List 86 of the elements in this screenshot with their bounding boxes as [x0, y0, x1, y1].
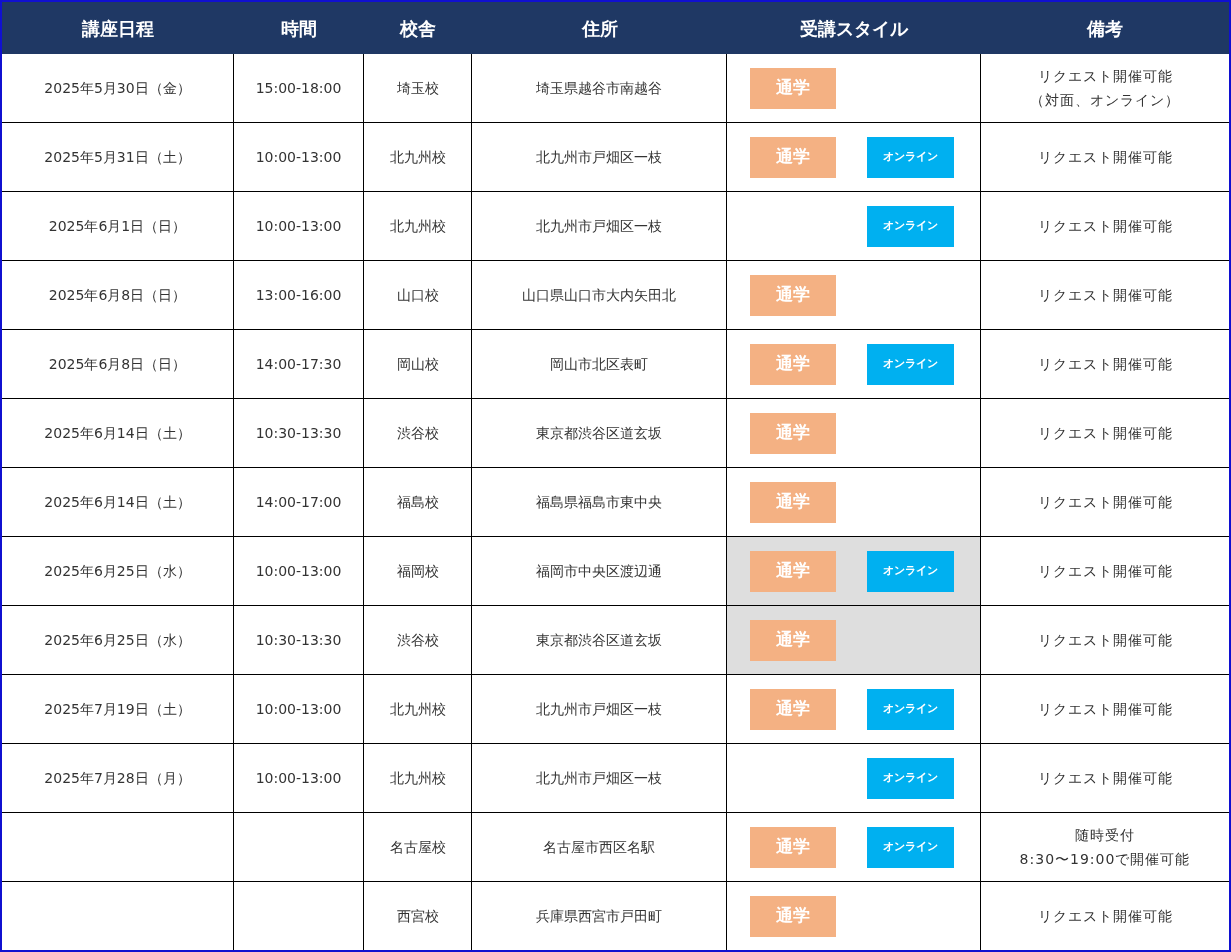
table-cell: 岡山校: [364, 330, 472, 399]
commute-tag: 通学: [750, 67, 836, 109]
table-cell: 15:00-18:00: [234, 54, 364, 123]
column-header: 校舎: [364, 2, 472, 54]
online-tag: オンライン: [867, 550, 954, 592]
table-cell: 西宮校: [364, 882, 472, 950]
table-cell: 2025年7月28日（月）: [2, 744, 234, 813]
table-cell: 北九州校: [364, 675, 472, 744]
remark-text: リクエスト開催可能: [1037, 286, 1173, 305]
remark-text: リクエスト開催可能: [1037, 631, 1173, 650]
column-header: 講座日程: [2, 2, 234, 54]
remark-text: 8:30〜19:00で開催可能: [1019, 850, 1191, 869]
online-tag: オンライン: [867, 136, 954, 178]
table-cell: 10:00-13:00: [234, 192, 364, 261]
table-cell: 福島校: [364, 468, 472, 537]
table-cell: 10:00-13:00: [234, 537, 364, 606]
commute-tag: 通学: [750, 550, 836, 592]
commute-tag: 通学: [750, 274, 836, 316]
remark-text: リクエスト開催可能: [1037, 907, 1173, 926]
table-cell: 2025年6月25日（水）: [2, 606, 234, 675]
online-tag: オンライン: [867, 757, 954, 799]
style-cell[interactable]: 通学: [727, 261, 981, 330]
table-cell: 2025年5月31日（土）: [2, 123, 234, 192]
table-cell: 13:00-16:00: [234, 261, 364, 330]
commute-tag: 通学: [750, 688, 836, 730]
remark-text: リクエスト開催可能: [1037, 700, 1173, 719]
style-cell[interactable]: 通学 オンライン: [727, 330, 981, 399]
table-cell: 2025年6月14日（土）: [2, 399, 234, 468]
table-cell: 名古屋校: [364, 813, 472, 882]
style-cell[interactable]: 通学 オンライン: [727, 537, 981, 606]
style-cell[interactable]: 通学: [727, 468, 981, 537]
style-cell[interactable]: 通学 オンライン: [727, 813, 981, 882]
table-cell: 14:00-17:00: [234, 468, 364, 537]
remark-text: 随時受付: [1075, 826, 1135, 845]
table-cell: 2025年7月19日（土）: [2, 675, 234, 744]
style-cell[interactable]: 通学 オンライン: [727, 675, 981, 744]
table-cell: 2025年5月30日（金）: [2, 54, 234, 123]
table-cell: 山口校: [364, 261, 472, 330]
style-cell[interactable]: 通学: [727, 606, 981, 675]
table-cell: 北九州校: [364, 744, 472, 813]
column-header: 受講スタイル: [727, 2, 981, 54]
remark-text: （対面、オンライン）: [1030, 91, 1180, 110]
column-header: 住所: [472, 2, 727, 54]
table-cell: 10:30-13:30: [234, 399, 364, 468]
remark-text: リクエスト開催可能: [1037, 424, 1173, 443]
commute-tag: 通学: [750, 412, 836, 454]
commute-tag: 通学: [750, 619, 836, 661]
table-cell: 渋谷校: [364, 399, 472, 468]
table-cell: 14:00-17:30: [234, 330, 364, 399]
style-cell[interactable]: オンライン: [727, 744, 981, 813]
table-cell: 2025年6月1日（日）: [2, 192, 234, 261]
style-cell[interactable]: 通学: [727, 399, 981, 468]
table-cell: 2025年6月8日（日）: [2, 261, 234, 330]
commute-tag: 通学: [750, 343, 836, 385]
commute-tag: 通学: [750, 136, 836, 178]
table-cell: 2025年6月8日（日）: [2, 330, 234, 399]
column-header: 備考: [981, 2, 1229, 54]
online-tag: オンライン: [867, 826, 954, 868]
commute-tag: 通学: [750, 481, 836, 523]
table-cell: 埼玉校: [364, 54, 472, 123]
commute-tag: 通学: [750, 895, 836, 937]
table-cell: 10:00-13:00: [234, 744, 364, 813]
table-cell: 10:00-13:00: [234, 123, 364, 192]
online-tag: オンライン: [867, 343, 954, 385]
table-cell: 福岡校: [364, 537, 472, 606]
table-cell: 10:00-13:00: [234, 675, 364, 744]
table-cell: 10:30-13:30: [234, 606, 364, 675]
style-cell[interactable]: 通学 オンライン: [727, 123, 981, 192]
remark-text: リクエスト開催可能: [1037, 355, 1173, 374]
style-cell[interactable]: オンライン: [727, 192, 981, 261]
remark-text: リクエスト開催可能: [1037, 769, 1173, 788]
online-tag: オンライン: [867, 205, 954, 247]
table-cell: 2025年6月25日（水）: [2, 537, 234, 606]
table-cell: 渋谷校: [364, 606, 472, 675]
remark-text: リクエスト開催可能: [1037, 493, 1173, 512]
column-header: 時間: [234, 2, 364, 54]
remark-text: リクエスト開催可能: [1037, 217, 1173, 236]
remark-text: リクエスト開催可能: [1037, 562, 1173, 581]
style-cell[interactable]: 通学: [727, 54, 981, 123]
table-cell: 2025年6月14日（土）: [2, 468, 234, 537]
remark-text: リクエスト開催可能: [1037, 148, 1173, 167]
table-cell: 北九州校: [364, 192, 472, 261]
online-tag: オンライン: [867, 688, 954, 730]
remark-text: リクエスト開催可能: [1037, 67, 1173, 86]
table-cell: 北九州校: [364, 123, 472, 192]
commute-tag: 通学: [750, 826, 836, 868]
